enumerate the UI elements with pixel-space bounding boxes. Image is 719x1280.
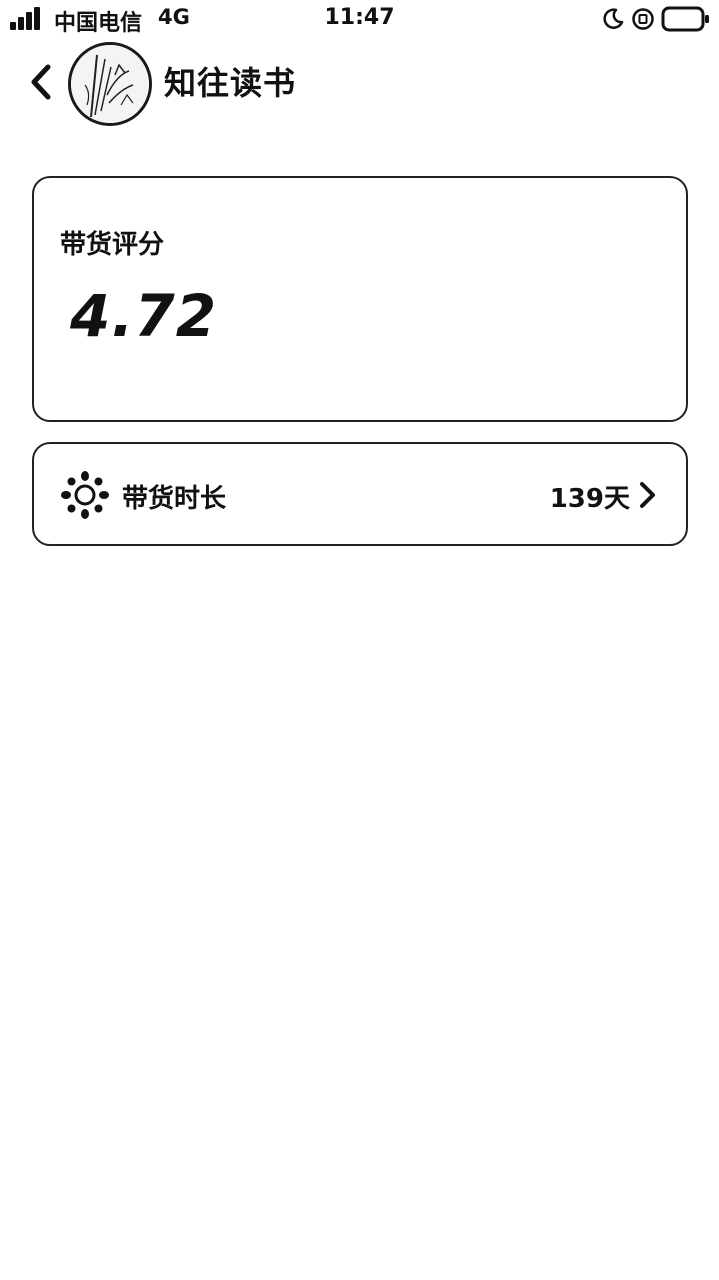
status-icons (601, 4, 711, 34)
header: 知往读书 (0, 40, 719, 126)
avatar[interactable] (68, 42, 152, 126)
duration-value: 139天 (549, 484, 630, 514)
score-card: 带货评分 4.72 (32, 176, 688, 422)
page: 中国电信 4G 11:47 知往读书 带货评分 4.72 带货时长 139天 (0, 0, 719, 1280)
duration-row[interactable]: 带货时长 139天 (32, 442, 688, 546)
avatar-image (71, 45, 149, 123)
score-value: 4.72 (70, 282, 218, 350)
status-bar: 中国电信 4G 11:47 (0, 0, 719, 40)
score-label: 带货评分 (60, 230, 165, 260)
back-button[interactable] (22, 60, 60, 104)
chevron-right-icon (640, 482, 655, 508)
shop-name: 知往读书 (164, 64, 297, 102)
back-arrow-icon (31, 64, 51, 100)
orientation-lock-icon (632, 8, 654, 30)
sun-icon (61, 471, 109, 519)
battery-icon (661, 6, 709, 32)
duration-label: 带货时长 (122, 484, 227, 514)
moon-icon (603, 8, 624, 29)
